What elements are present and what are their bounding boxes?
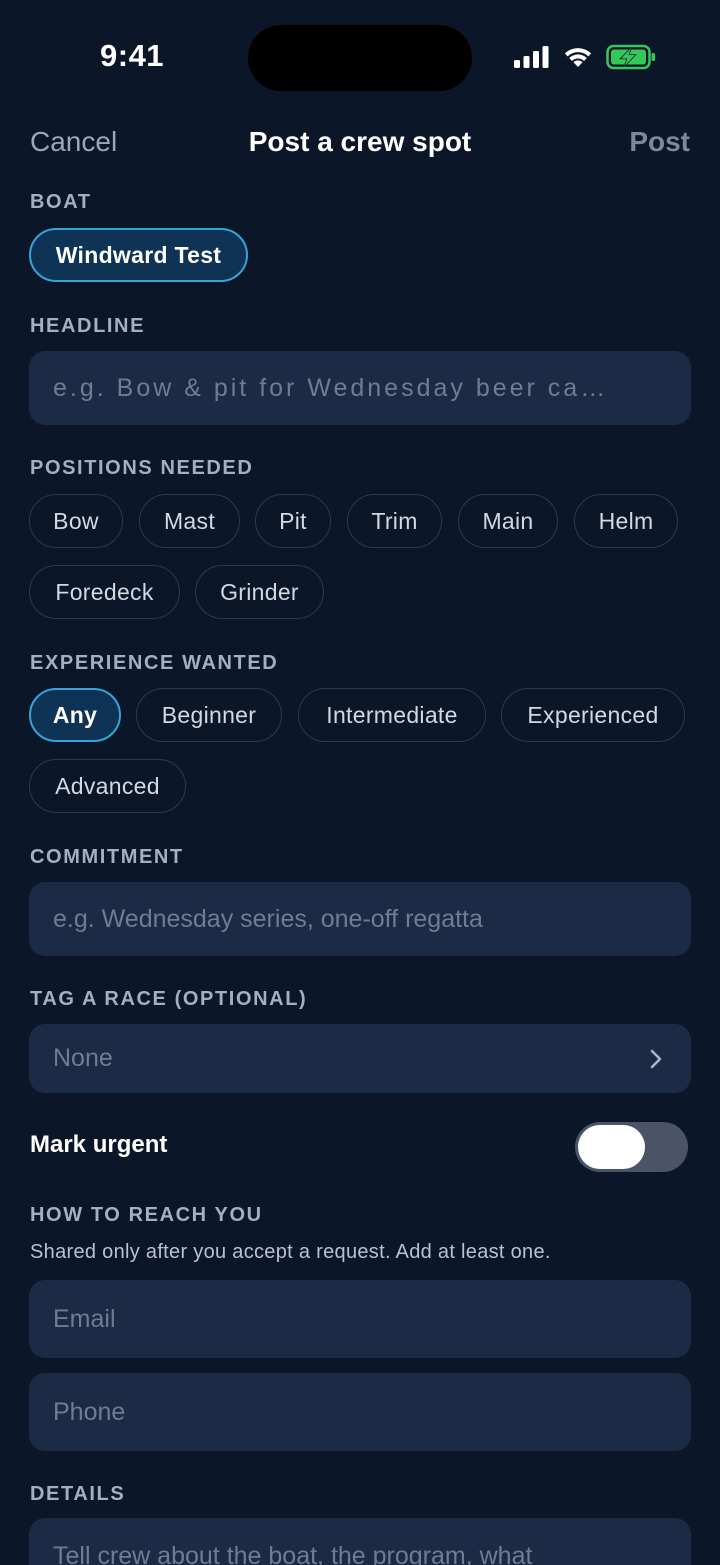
experience-chip-beginner[interactable]: Beginner [136, 688, 282, 742]
nav-bar: Cancel Post a crew spot Post [0, 118, 720, 168]
position-chip-grinder[interactable]: Grinder [195, 565, 324, 619]
race-select-value: None [53, 1044, 113, 1072]
contact-label: HOW TO REACH YOU [30, 1204, 263, 1226]
experience-chip-intermediate[interactable]: Intermediate [298, 688, 486, 742]
urgent-toggle-knob [578, 1125, 645, 1169]
experience-chip-any[interactable]: Any [29, 688, 121, 742]
status-bar: 9:41 [0, 0, 720, 110]
phone-input[interactable]: Phone [29, 1373, 691, 1451]
position-chip-helm[interactable]: Helm [574, 494, 678, 548]
experience-chip-advanced[interactable]: Advanced [29, 759, 186, 813]
race-select[interactable]: None [29, 1024, 691, 1093]
position-chip-trim[interactable]: Trim [347, 494, 442, 548]
contact-helper: Shared only after you accept a request. … [30, 1241, 551, 1263]
battery-charging-icon [606, 44, 655, 70]
headline-label: HEADLINE [30, 315, 146, 337]
email-input[interactable]: Email [29, 1280, 691, 1358]
details-label: DETAILS [30, 1483, 126, 1505]
position-chip-main[interactable]: Main [458, 494, 558, 548]
experience-label: EXPERIENCE WANTED [30, 652, 279, 674]
commitment-input[interactable]: e.g. Wednesday series, one-off regatta [29, 882, 691, 956]
position-chip-bow[interactable]: Bow [29, 494, 123, 548]
experience-chip-experienced[interactable]: Experienced [501, 688, 685, 742]
position-chip-foredeck[interactable]: Foredeck [29, 565, 180, 619]
boat-label: BOAT [30, 191, 92, 213]
post-crew-spot-screen: 9:41 Cancel Post a crew spot Post BOAT W… [0, 0, 720, 1565]
urgent-label: Mark urgent [30, 1131, 168, 1158]
urgent-toggle[interactable] [575, 1122, 688, 1172]
status-icons [514, 44, 656, 70]
positions-label: POSITIONS NEEDED [30, 457, 254, 479]
signal-icon [514, 46, 549, 68]
page-title: Post a crew spot [248, 126, 472, 157]
position-chip-pit[interactable]: Pit [255, 494, 331, 548]
chevron-right-icon [650, 1049, 662, 1068]
headline-input[interactable]: e.g. Bow & pit for Wednesday beer ca… [29, 351, 691, 425]
post-button[interactable]: Post [629, 126, 690, 158]
commitment-label: COMMITMENT [30, 846, 184, 868]
wifi-icon [564, 48, 592, 67]
boat-chip[interactable]: Windward Test [29, 228, 248, 282]
details-textarea[interactable]: Tell crew about the boat, the program, w… [29, 1518, 691, 1565]
position-chip-mast[interactable]: Mast [139, 494, 240, 548]
dynamic-island [248, 25, 472, 91]
status-time: 9:41 [100, 38, 165, 73]
race-label: TAG A RACE (OPTIONAL) [30, 988, 308, 1010]
